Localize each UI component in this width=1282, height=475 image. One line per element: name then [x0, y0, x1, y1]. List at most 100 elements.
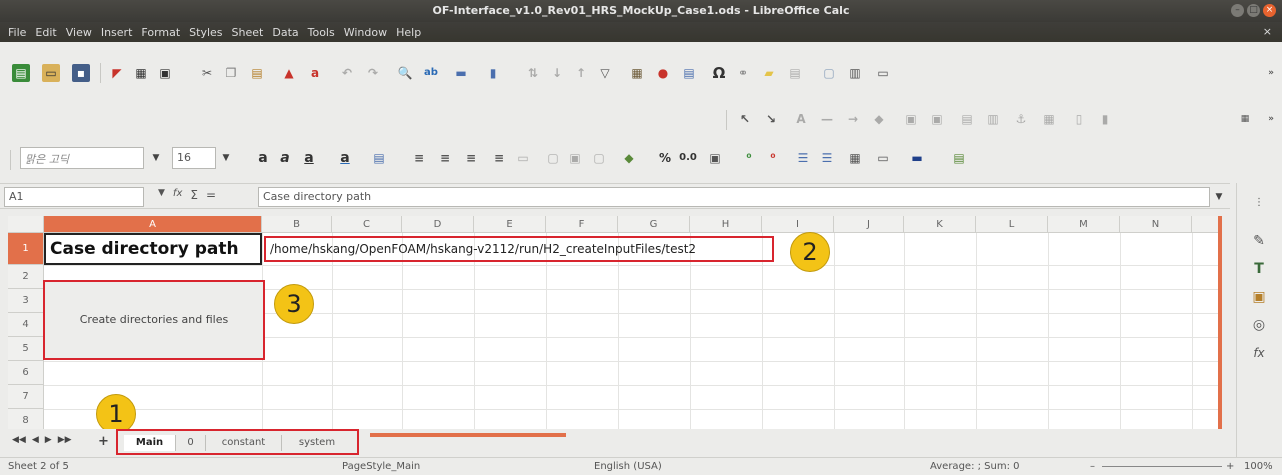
tab-main[interactable]: Main [124, 435, 176, 451]
define-print-area-icon[interactable]: ▢ [820, 64, 838, 82]
column-header[interactable]: F [546, 216, 618, 233]
number-format-icon[interactable]: 0.0 [676, 149, 700, 167]
column-header[interactable]: L [976, 216, 1048, 233]
menu-format[interactable]: Format [141, 26, 180, 39]
freeze-rows-icon[interactable]: ▥ [846, 64, 864, 82]
menu-help[interactable]: Help [396, 26, 421, 39]
select-icon[interactable]: ↖ [736, 110, 754, 128]
name-box[interactable]: A1 [4, 187, 144, 207]
increase-indent-icon[interactable]: ☰ [794, 149, 812, 167]
cut-icon[interactable]: ✂ [198, 64, 216, 82]
maximize-button[interactable]: □ [1247, 4, 1260, 17]
ungroup-icon[interactable]: ▣ [928, 110, 946, 128]
formula-icon[interactable]: = [206, 188, 216, 202]
hyperlink-icon[interactable]: ⚭ [734, 64, 752, 82]
pivot-table-icon[interactable]: ▤ [680, 64, 698, 82]
border-color-icon[interactable]: ▬ [908, 149, 926, 167]
find-replace-icon[interactable]: 🔍 [396, 64, 414, 82]
align-top-icon[interactable]: ▣ [566, 149, 584, 167]
function-wizard-icon[interactable]: fx [173, 188, 182, 202]
undo-icon[interactable]: ↶ [338, 64, 356, 82]
arrange-icon[interactable]: ▥ [984, 110, 1002, 128]
menu-view[interactable]: View [66, 26, 92, 39]
insert-chart-icon[interactable]: ● [654, 64, 672, 82]
column-header[interactable]: M [1048, 216, 1120, 233]
bold-icon[interactable]: a [254, 149, 272, 167]
anchor-icon[interactable]: ⚓ [1012, 110, 1030, 128]
page-style[interactable]: PageStyle_Main [342, 461, 420, 472]
prev-sheet-button[interactable]: ◀ [32, 435, 39, 445]
zoom-slider[interactable] [1102, 466, 1222, 467]
delete-decimal-icon[interactable]: ⁰ [764, 149, 782, 167]
language[interactable]: English (USA) [594, 461, 662, 472]
close-document-button[interactable]: × [1263, 25, 1272, 38]
export-pdf-icon[interactable]: ◤ [108, 64, 126, 82]
column-header[interactable]: K [904, 216, 976, 233]
zoom-out-button[interactable]: – [1090, 461, 1095, 472]
row-header[interactable]: 1 [8, 233, 44, 265]
flip-icon[interactable]: ▮ [1096, 110, 1114, 128]
sidebar-menu-icon[interactable]: ⋮ [1249, 193, 1269, 213]
functions-icon[interactable]: fx [1249, 343, 1269, 363]
spelling-icon[interactable]: ab [422, 64, 440, 82]
zoom-level[interactable]: 100% [1244, 461, 1273, 472]
line-icon[interactable]: — [818, 110, 836, 128]
font-name-dropdown-icon[interactable]: ▼ [148, 147, 164, 169]
row-icon[interactable]: ▬ [452, 64, 470, 82]
font-size-combobox[interactable]: 16 [172, 147, 216, 169]
column-header[interactable]: N [1120, 216, 1192, 233]
column-header[interactable]: I [762, 216, 834, 233]
add-decimal-icon[interactable]: ⁰ [740, 149, 758, 167]
minimize-button[interactable]: – [1231, 4, 1244, 17]
spreadsheet-grid[interactable]: A B C D E F G H I J K L M N 1 2 3 4 5 6 … [8, 216, 1222, 429]
open-file-icon[interactable]: ▭ [42, 64, 60, 82]
autofilter-icon[interactable]: ▽ [596, 64, 614, 82]
create-directories-button[interactable]: Create directories and files [43, 280, 265, 360]
column-header[interactable] [1192, 216, 1218, 233]
cell-b1[interactable]: /home/hskang/OpenFOAM/hskang-v2112/run/H… [264, 236, 774, 262]
toolbar-overflow-icon[interactable]: » [1262, 110, 1280, 128]
add-sheet-button[interactable]: + [98, 434, 109, 449]
wrap-icon[interactable]: ▦ [1040, 110, 1058, 128]
sum-icon[interactable]: Σ [190, 188, 198, 202]
column-header[interactable]: E [474, 216, 546, 233]
new-document-icon[interactable]: ▤ [12, 64, 30, 82]
highlight-color-icon[interactable]: ▤ [370, 149, 388, 167]
tab-system[interactable]: system [282, 435, 352, 451]
styles-icon[interactable]: T [1249, 259, 1269, 279]
toolbar-overflow-icon[interactable]: » [1262, 64, 1280, 82]
copy-icon[interactable]: ❐ [222, 64, 240, 82]
clear-formatting-icon[interactable]: a [306, 64, 324, 82]
column-header[interactable]: C [332, 216, 402, 233]
properties-icon[interactable]: ✎ [1249, 231, 1269, 251]
insert-image-icon[interactable]: ▦ [628, 64, 646, 82]
conditional-format-icon[interactable]: ▤ [950, 149, 968, 167]
select-all-corner[interactable] [8, 216, 44, 233]
date-format-icon[interactable]: ▣ [706, 149, 724, 167]
sort-descending-icon[interactable]: ↑ [572, 64, 590, 82]
column-header[interactable]: J [834, 216, 904, 233]
border-style-icon[interactable]: ▭ [874, 149, 892, 167]
italic-icon[interactable]: a [276, 149, 294, 167]
row-header[interactable]: 6 [8, 361, 44, 385]
tab-constant[interactable]: constant [206, 435, 282, 451]
percent-format-icon[interactable]: % [656, 149, 674, 167]
sort-icon[interactable]: ⇅ [524, 64, 542, 82]
font-size-dropdown-icon[interactable]: ▼ [218, 147, 234, 169]
menu-styles[interactable]: Styles [189, 26, 222, 39]
align-icon[interactable]: ▤ [958, 110, 976, 128]
align-right-icon[interactable]: ≡ [462, 149, 480, 167]
column-header[interactable]: H [690, 216, 762, 233]
shapes-icon[interactable]: ◆ [870, 110, 888, 128]
expand-formula-bar-icon[interactable]: ▼ [1212, 188, 1226, 206]
gallery-icon[interactable]: ▣ [1249, 287, 1269, 307]
menu-sheet[interactable]: Sheet [232, 26, 264, 39]
wrap-text-icon[interactable]: ▭ [514, 149, 532, 167]
column-header[interactable]: A [44, 216, 262, 233]
align-bottom-icon[interactable]: ▢ [590, 149, 608, 167]
merge-cells-icon[interactable]: ▢ [544, 149, 562, 167]
menu-insert[interactable]: Insert [101, 26, 133, 39]
column-header[interactable]: G [618, 216, 690, 233]
close-button[interactable]: × [1263, 4, 1276, 17]
align-center-icon[interactable]: ≡ [436, 149, 454, 167]
